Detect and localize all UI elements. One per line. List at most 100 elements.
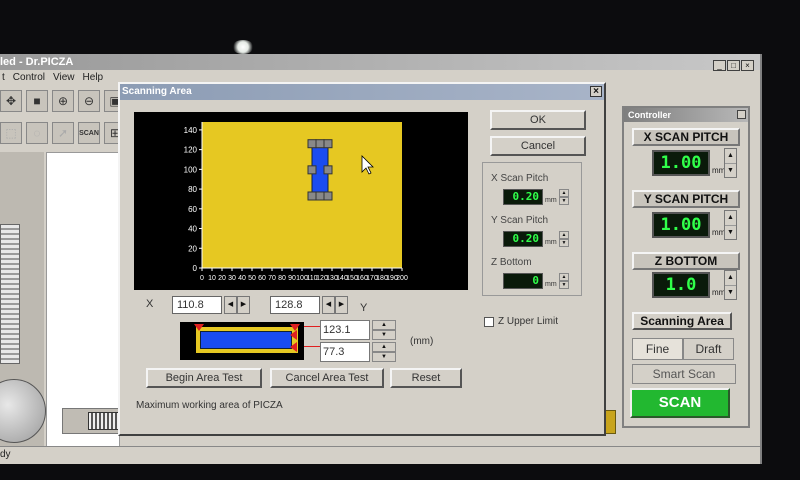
y-tick-label: 100 [184, 165, 198, 174]
x-position-field[interactable]: 110.8 [172, 296, 222, 314]
dialog-close-button[interactable]: × [590, 86, 602, 97]
down-arrow-icon[interactable]: ▼ [725, 164, 736, 178]
dimension-line [304, 346, 320, 347]
x-position-arrows[interactable]: ◀ ▶ [224, 296, 250, 314]
position-row: X 110.8 ◀ ▶ 128.8 ◀ ▶ Y [140, 296, 410, 316]
select-icon[interactable]: ⬚ [0, 122, 22, 144]
x-scan-pitch-field-stepper[interactable]: ▲ ▼ [559, 189, 569, 205]
status-text: dy [0, 449, 11, 460]
y-position-field[interactable]: 128.8 [270, 296, 320, 314]
cancel-button[interactable]: Cancel [490, 136, 586, 156]
z-bottom-display: 1.0 [652, 272, 710, 298]
height-stepper[interactable]: ▲ ▼ [372, 342, 396, 362]
y-scan-pitch-field-stepper[interactable]: ▲ ▼ [559, 231, 569, 247]
work-area [46, 152, 120, 452]
smart-scan-button[interactable]: Smart Scan [632, 364, 736, 384]
y-tick-label: 20 [188, 244, 197, 253]
left-arrow-icon[interactable]: ◀ [224, 296, 237, 314]
dimension-line [304, 326, 320, 327]
y-tick-label: 60 [188, 205, 197, 214]
scan-settings-group: X Scan Pitch 0.20 mm ▲ ▼ Y Scan Pitch 0.2… [482, 162, 582, 296]
up-arrow-icon[interactable]: ▲ [725, 271, 736, 286]
up-arrow-icon[interactable]: ▲ [372, 342, 396, 352]
up-arrow-icon[interactable]: ▲ [725, 211, 736, 226]
width-field[interactable]: 123.1 [320, 320, 370, 340]
scan-tool-button[interactable]: SCAN [78, 122, 100, 144]
toolbar-row-1: ✥ ■ ⊕ ⊖ ▣ [0, 90, 130, 116]
rotation-wheel[interactable] [0, 224, 20, 364]
y-position-arrows[interactable]: ◀ ▶ [322, 296, 348, 314]
down-arrow-icon[interactable]: ▼ [559, 239, 569, 247]
down-arrow-icon[interactable]: ▼ [559, 197, 569, 205]
x-scan-pitch-display: 1.00 [652, 150, 710, 176]
x-scan-pitch-label: X SCAN PITCH [632, 128, 740, 146]
lasso-icon[interactable]: ◌ [26, 122, 48, 144]
scanning-area-dialog: Scanning Area × 0 20 40 60 80 100 120 140 0 10 20 3… [118, 82, 606, 436]
down-arrow-icon[interactable]: ▼ [725, 226, 736, 240]
x-tick-label: 10 [208, 275, 216, 282]
cancel-area-test-button[interactable]: Cancel Area Test [270, 368, 384, 388]
x-scan-pitch-field-label: X Scan Pitch [491, 173, 549, 184]
cube-icon[interactable]: ■ [26, 90, 48, 112]
begin-area-test-button[interactable]: Begin Area Test [146, 368, 262, 388]
status-bar: dy [0, 446, 760, 464]
up-arrow-icon[interactable]: ▲ [559, 189, 569, 197]
draft-option[interactable]: Draft [683, 338, 734, 360]
selection-handle [315, 139, 325, 149]
x-tick-label: 90 [288, 275, 296, 282]
up-arrow-icon[interactable]: ▲ [372, 320, 396, 330]
selection-handle [323, 139, 333, 149]
scan-area-chart-svg: 0204060801001201400 10 20 30 40 50 60 70 80 90 100… [184, 122, 408, 282]
menu-item-view[interactable]: View [53, 70, 75, 86]
selection-handle [323, 165, 333, 175]
main-titlebar: led - Dr.PICZA [0, 54, 760, 70]
right-arrow-icon[interactable]: ▶ [237, 296, 250, 314]
width-stepper[interactable]: ▲ ▼ [372, 320, 396, 340]
down-arrow-icon[interactable]: ▼ [372, 330, 396, 340]
z-bottom-field-stepper[interactable]: ▲ ▼ [559, 273, 569, 289]
z-upper-limit-option[interactable]: Z Upper Limit [484, 316, 558, 327]
scan-area-chart[interactable]: 0 20 40 60 80 100 120 140 0 10 20 30 40 50 60 70 80 90 100… [134, 112, 468, 290]
down-arrow-icon[interactable]: ▼ [372, 352, 396, 362]
scanning-area-button[interactable]: Scanning Area [632, 312, 732, 330]
x-scan-pitch-field[interactable]: 0.20 [503, 189, 543, 205]
area-preview [180, 322, 304, 360]
height-field[interactable]: 77.3 [320, 342, 370, 362]
pointer-icon[interactable]: ➚ [52, 122, 74, 144]
scan-button[interactable]: SCAN [630, 388, 730, 418]
up-arrow-icon[interactable]: ▲ [559, 231, 569, 239]
down-arrow-icon[interactable]: ▼ [559, 281, 569, 289]
toolbar-row-2: ⬚ ◌ ➚ SCAN ⊞ [0, 122, 130, 148]
main-window-title: led - Dr.PICZA [0, 56, 74, 68]
marker-icon [194, 324, 204, 331]
z-bottom-field[interactable]: 0 [503, 273, 543, 289]
down-arrow-icon[interactable]: ▼ [725, 286, 736, 300]
move-icon[interactable]: ✥ [0, 90, 22, 112]
x-scan-pitch-stepper[interactable]: ▲ ▼ [724, 148, 737, 178]
zoom-out-icon[interactable]: ⊖ [78, 90, 100, 112]
right-arrow-icon[interactable]: ▶ [335, 296, 348, 314]
y-label: Y [360, 302, 368, 314]
z-bottom-field-unit: mm [545, 281, 557, 288]
left-arrow-icon[interactable]: ◀ [322, 296, 335, 314]
y-tick-label: 0 [193, 264, 198, 273]
menu-item-help[interactable]: Help [83, 70, 104, 86]
menu-item-file[interactable]: t [2, 70, 5, 86]
up-arrow-icon[interactable]: ▲ [559, 273, 569, 281]
menu-item-control[interactable]: Control [13, 70, 45, 86]
ok-button[interactable]: OK [490, 110, 586, 130]
controller-close-button[interactable] [737, 110, 746, 119]
z-bottom-stepper[interactable]: ▲ ▼ [724, 270, 737, 300]
z-upper-limit-checkbox[interactable] [484, 316, 494, 327]
z-upper-limit-label: Z Upper Limit [498, 316, 559, 327]
slider-grip[interactable] [88, 412, 122, 430]
y-scan-pitch-field[interactable]: 0.20 [503, 231, 543, 247]
work-area-rect [202, 122, 402, 268]
up-arrow-icon[interactable]: ▲ [725, 149, 736, 164]
reset-button[interactable]: Reset [390, 368, 462, 388]
zoom-in-icon[interactable]: ⊕ [52, 90, 74, 112]
y-scan-pitch-stepper[interactable]: ▲ ▼ [724, 210, 737, 240]
mm-unit-label: (mm) [410, 336, 434, 347]
fine-option[interactable]: Fine [632, 338, 683, 360]
y-scan-pitch-display: 1.00 [652, 212, 710, 238]
